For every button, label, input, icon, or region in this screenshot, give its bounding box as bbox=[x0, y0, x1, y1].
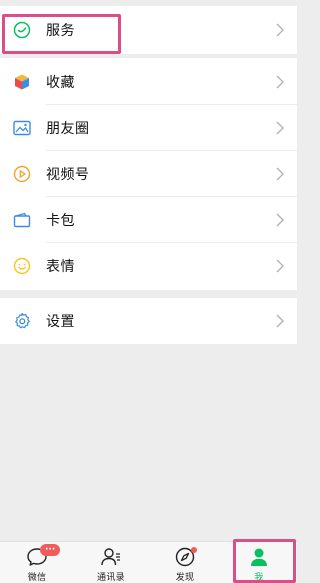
me-person-icon bbox=[248, 546, 270, 568]
menu-item-moments[interactable]: 朋友圈 bbox=[0, 104, 297, 152]
favorites-cube-icon bbox=[12, 72, 32, 92]
service-icon bbox=[12, 20, 32, 40]
menu-label-cards: 卡包 bbox=[46, 213, 75, 229]
menu-label-service: 服务 bbox=[46, 23, 75, 39]
features-group: 收藏 朋友圈 视频号 卡包 表情 bbox=[0, 58, 297, 290]
chevron-right-icon bbox=[276, 213, 284, 227]
chevron-right-icon bbox=[276, 75, 284, 89]
tab-me[interactable]: 我 bbox=[222, 542, 296, 583]
tab-label-me: 我 bbox=[254, 573, 264, 583]
menu-item-stickers[interactable]: 表情 bbox=[0, 242, 297, 290]
chevron-right-icon bbox=[276, 121, 284, 135]
tab-label-chats: 微信 bbox=[27, 573, 47, 583]
menu-item-cards[interactable]: 卡包 bbox=[0, 196, 297, 244]
menu-label-stickers: 表情 bbox=[46, 259, 75, 275]
smiley-face-icon bbox=[12, 256, 32, 276]
compass-icon bbox=[174, 546, 197, 568]
menu-item-service[interactable]: 服务 bbox=[0, 6, 297, 54]
menu-label-settings: 设置 bbox=[46, 314, 75, 330]
chevron-right-icon bbox=[276, 314, 284, 328]
tab-discover[interactable]: 发现 bbox=[148, 542, 222, 583]
chevron-right-icon bbox=[276, 259, 284, 273]
service-group: 服务 bbox=[0, 6, 297, 54]
menu-label-favorites: 收藏 bbox=[46, 75, 75, 91]
unread-badge: ··· bbox=[40, 544, 61, 556]
tab-contacts[interactable]: 通讯录 bbox=[74, 542, 148, 583]
contacts-person-icon bbox=[100, 546, 122, 568]
settings-group: 设置 bbox=[0, 298, 297, 344]
tab-chats[interactable]: ··· 微信 bbox=[0, 542, 74, 583]
menu-label-channels: 视频号 bbox=[46, 167, 90, 183]
moments-photo-icon bbox=[12, 118, 32, 138]
menu-item-favorites[interactable]: 收藏 bbox=[0, 58, 297, 106]
menu-label-moments: 朋友圈 bbox=[46, 121, 90, 137]
channels-play-icon bbox=[12, 164, 32, 184]
chevron-right-icon bbox=[276, 23, 284, 37]
tab-label-discover: 发现 bbox=[175, 573, 195, 583]
menu-item-channels[interactable]: 视频号 bbox=[0, 150, 297, 198]
wallet-card-icon bbox=[12, 210, 32, 230]
menu-item-settings[interactable]: 设置 bbox=[0, 298, 297, 344]
tab-label-contacts: 通讯录 bbox=[97, 573, 125, 583]
chat-bubble-icon: ··· bbox=[26, 544, 61, 568]
bottom-tab-bar: ··· 微信 通讯录 发现 我 bbox=[0, 541, 297, 583]
notification-dot bbox=[191, 547, 197, 553]
settings-gear-icon bbox=[12, 311, 32, 331]
chevron-right-icon bbox=[276, 167, 284, 181]
